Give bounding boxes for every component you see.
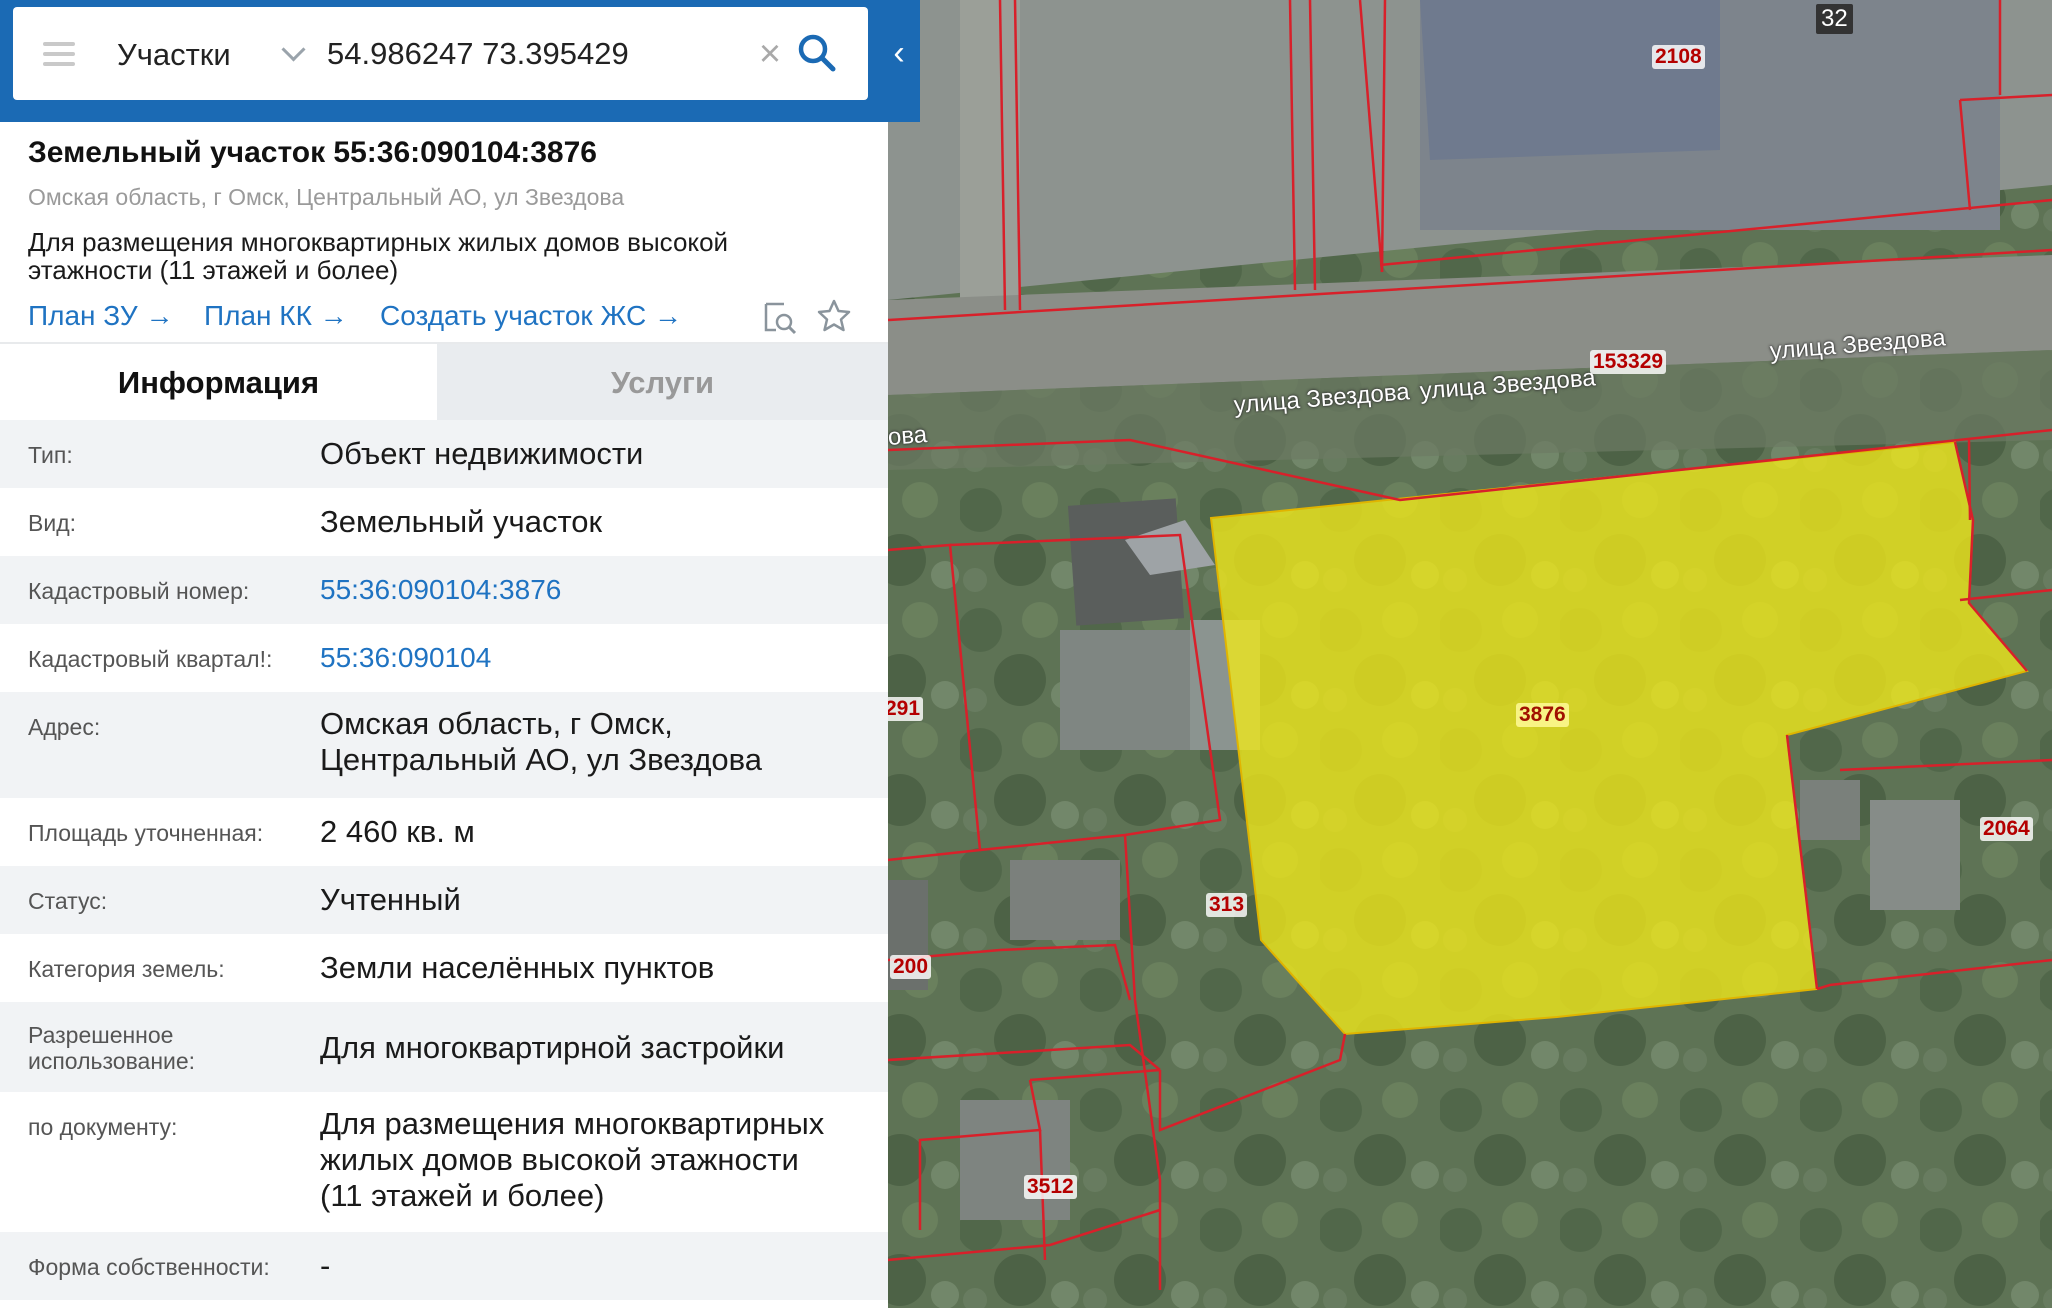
clear-icon[interactable]: ×: [753, 35, 787, 73]
info-row: Вид: Земельный участок: [0, 488, 888, 556]
info-value: -: [320, 1248, 331, 1283]
info-table: Тип: Объект недвижимости Вид: Земельный …: [0, 420, 888, 1300]
info-value: 2 460 кв. м: [320, 814, 475, 849]
info-label: по документу:: [28, 1114, 178, 1140]
tab-services[interactable]: Услуги: [437, 344, 888, 422]
parcel-label-selected[interactable]: 3876: [1516, 703, 1569, 727]
info-label: Тип:: [28, 442, 73, 468]
collapse-panel-icon[interactable]: ‹: [888, 34, 910, 72]
menu-icon[interactable]: [43, 42, 75, 66]
parcel-label[interactable]: 153329: [1590, 350, 1667, 374]
info-label: Адрес:: [28, 714, 101, 740]
info-label: Кадастровый номер:: [28, 578, 250, 604]
layer-select[interactable]: Участки: [117, 29, 317, 79]
map-tile-number: 32: [1816, 4, 1853, 34]
parcel-info-panel: Земельный участок 55:36:090104:3876 Омск…: [0, 122, 888, 1308]
plan-kk-link[interactable]: План КК →: [204, 300, 348, 332]
parcel-label[interactable]: 2064: [1980, 817, 2033, 841]
info-label: Вид:: [28, 510, 76, 536]
street-label-partial: ова: [886, 420, 929, 451]
tab-information[interactable]: Информация: [0, 344, 437, 422]
info-row: по документу: Для размещения многокварти…: [0, 1092, 888, 1232]
search-icon[interactable]: [795, 31, 839, 75]
search-bar: Участки × ‹: [0, 0, 920, 122]
parcel-label[interactable]: 291: [882, 697, 924, 721]
star-icon[interactable]: [816, 298, 852, 334]
search-box: Участки ×: [13, 7, 868, 100]
search-input[interactable]: [327, 31, 747, 77]
info-row: Категория земель: Земли населённых пункт…: [0, 934, 888, 1002]
plan-zu-link[interactable]: План ЗУ →: [28, 300, 173, 332]
layer-select-label: Участки: [117, 37, 231, 72]
info-value: Для размещения многоквартирных: [320, 1106, 825, 1141]
create-parcel-link[interactable]: Создать участок ЖС →: [380, 300, 682, 332]
info-value: Земли населённых пунктов: [320, 950, 715, 985]
info-label: Кадастровый квартал!:: [28, 646, 273, 672]
parcel-label[interactable]: 313: [1206, 893, 1248, 917]
info-value: Омская область, г Омск,: [320, 706, 673, 741]
tabs: Информация Услуги: [0, 342, 888, 422]
info-value: Объект недвижимости: [320, 436, 644, 471]
info-value: Земельный участок: [320, 504, 603, 539]
info-row: Тип: Объект недвижимости: [0, 420, 888, 488]
info-row: Кадастровый квартал!: 55:36:090104: [0, 624, 888, 692]
info-label: использование:: [28, 1048, 196, 1074]
info-row: Форма собственности: -: [0, 1232, 888, 1300]
info-row: Площадь уточненная: 2 460 кв. м: [0, 798, 888, 866]
info-value: Для многоквартирной застройки: [320, 1030, 785, 1065]
info-value: Учтенный: [320, 882, 461, 917]
parcel-address: Омская область, г Омск, Центральный АО, …: [28, 184, 625, 210]
info-row: Статус: Учтенный: [0, 866, 888, 934]
info-row: Адрес: Омская область, г Омск, Центральн…: [0, 692, 888, 798]
info-label: Разрешенное: [28, 1022, 174, 1048]
info-value: (11 этажей и более): [320, 1178, 605, 1213]
info-row: Разрешенное использование: Для многоквар…: [0, 1002, 888, 1092]
info-value: жилых домов высокой этажности: [320, 1142, 799, 1177]
info-label: Площадь уточненная:: [28, 820, 264, 846]
cadastral-number-link[interactable]: 55:36:090104:3876: [320, 572, 880, 608]
info-label: Категория земель:: [28, 956, 225, 982]
parcel-label[interactable]: 200: [890, 955, 932, 979]
info-label: Форма собственности:: [28, 1254, 270, 1280]
parcel-label[interactable]: 3512: [1024, 1175, 1077, 1199]
parcel-purpose: Для размещения многоквартирных жилых дом…: [28, 227, 729, 285]
parcel-label[interactable]: 2108: [1652, 45, 1705, 69]
parcel-title: Земельный участок 55:36:090104:3876: [28, 136, 597, 169]
info-label: Статус:: [28, 888, 108, 914]
zoom-to-parcel-icon[interactable]: [762, 300, 798, 336]
cadastral-quarter-link[interactable]: 55:36:090104: [320, 640, 880, 676]
info-row: Кадастровый номер: 55:36:090104:3876: [0, 556, 888, 624]
info-value: Центральный АО, ул Звездова: [320, 742, 763, 777]
chevron-down-icon: [281, 37, 306, 62]
